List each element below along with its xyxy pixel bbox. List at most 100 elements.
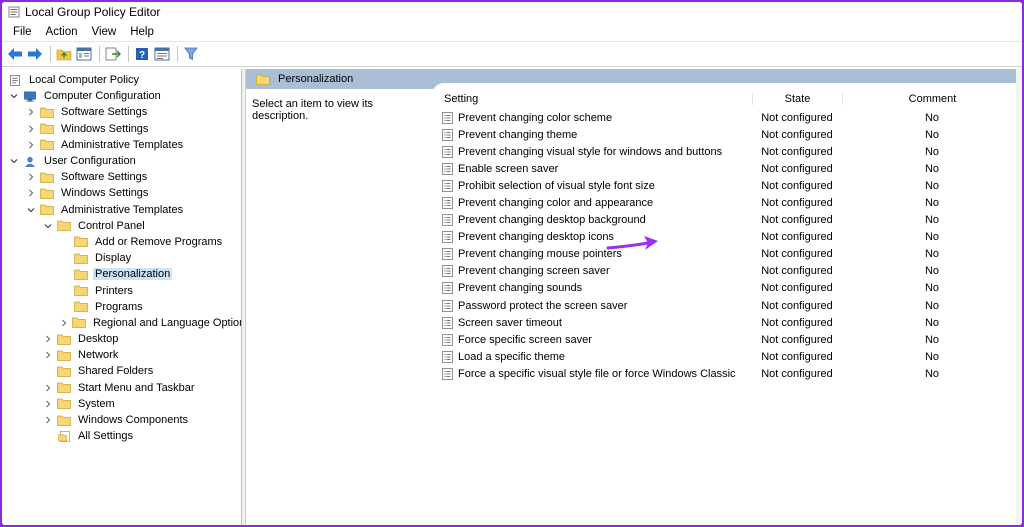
column-header-setting[interactable]: Setting [432, 93, 752, 105]
expand-toggle[interactable] [25, 187, 37, 199]
tree-node[interactable]: Programs [2, 299, 241, 315]
tree-node-label[interactable]: Desktop [76, 333, 120, 345]
table-row[interactable]: Prevent changing theme Not configured No [432, 126, 1022, 143]
expand-toggle[interactable] [42, 349, 54, 361]
tree-node[interactable]: Software Settings [2, 104, 241, 120]
tree-node-label[interactable]: Windows Settings [59, 123, 150, 135]
tree-node-label[interactable]: Add or Remove Programs [93, 236, 224, 248]
expand-toggle[interactable] [59, 317, 69, 329]
tree-node[interactable]: Administrative Templates [2, 137, 241, 153]
setting-cell[interactable]: Prevent changing color and appearance [432, 197, 752, 209]
table-row[interactable]: Prevent changing color scheme Not configu… [432, 109, 1022, 126]
tree-node[interactable]: Start Menu and Taskbar [2, 380, 241, 396]
tree-node-label[interactable]: Administrative Templates [59, 139, 185, 151]
table-row[interactable]: Prevent changing sounds Not configured No [432, 280, 1022, 297]
tree-node[interactable]: Printers [2, 282, 241, 298]
forward-button[interactable] [26, 45, 44, 63]
setting-cell[interactable]: Prevent changing mouse pointers [432, 248, 752, 260]
column-header-state[interactable]: State [752, 93, 842, 105]
menu-help[interactable]: Help [123, 24, 161, 40]
setting-cell[interactable]: Force a specific visual style file or fo… [432, 368, 752, 380]
setting-cell[interactable]: Load a specific theme [432, 351, 752, 363]
expand-toggle[interactable] [42, 220, 54, 232]
setting-cell[interactable]: Password protect the screen saver [432, 300, 752, 312]
tree-node-label[interactable]: Regional and Language Options [91, 317, 241, 329]
tree-node-label[interactable]: System [76, 398, 117, 410]
tree-node[interactable]: Administrative Templates [2, 202, 241, 218]
table-row[interactable]: Prevent changing screen saver Not configu… [432, 263, 1022, 280]
table-row[interactable]: Prevent changing color and appearance Not… [432, 194, 1022, 211]
tree-node-label[interactable]: Start Menu and Taskbar [76, 382, 197, 394]
tree-node-label[interactable]: Control Panel [76, 220, 147, 232]
tree-node[interactable]: Local Computer Policy [2, 72, 241, 88]
tree-node[interactable]: Desktop [2, 331, 241, 347]
expand-toggle[interactable] [25, 123, 37, 135]
table-row[interactable]: Prevent changing desktop background Not c… [432, 212, 1022, 229]
tree-node-label[interactable]: Network [76, 349, 120, 361]
expand-toggle[interactable] [8, 90, 20, 102]
table-row[interactable]: Prevent changing mouse pointers Not confi… [432, 246, 1022, 263]
table-row[interactable]: Force specific screen saver Not configure… [432, 331, 1022, 348]
expand-toggle[interactable] [42, 398, 54, 410]
setting-cell[interactable]: Prevent changing visual style for window… [432, 146, 752, 158]
filter-button[interactable] [182, 45, 200, 63]
tree-node-label[interactable]: Printers [93, 285, 135, 297]
table-row[interactable]: Load a specific theme Not configured No [432, 348, 1022, 365]
setting-cell[interactable]: Force specific screen saver [432, 334, 752, 346]
tree-node[interactable]: Network [2, 347, 241, 363]
tree-node[interactable]: Personalization [2, 266, 241, 282]
export-list-button[interactable] [104, 45, 122, 63]
tree-node[interactable]: Control Panel [2, 218, 241, 234]
table-row[interactable]: Prevent changing visual style for window… [432, 143, 1022, 160]
setting-cell[interactable]: Prevent changing screen saver [432, 265, 752, 277]
tree-node-label[interactable]: Display [93, 252, 133, 264]
back-button[interactable] [6, 45, 24, 63]
show-hide-tree-button[interactable] [75, 45, 93, 63]
tree-node-label[interactable]: Personalization [93, 268, 173, 281]
setting-cell[interactable]: Enable screen saver [432, 163, 752, 175]
expand-toggle[interactable] [42, 333, 54, 345]
setting-cell[interactable]: Prevent changing sounds [432, 282, 752, 294]
setting-cell[interactable]: Prevent changing desktop background [432, 214, 752, 226]
setting-cell[interactable]: Prevent changing color scheme [432, 112, 752, 124]
tree-node[interactable]: Regional and Language Options [2, 315, 241, 331]
expand-toggle[interactable] [42, 414, 54, 426]
tree-node-label[interactable]: All Settings [76, 430, 135, 442]
menu-file[interactable]: File [6, 24, 39, 40]
setting-cell[interactable]: Prevent changing theme [432, 129, 752, 141]
expand-toggle[interactable] [42, 382, 54, 394]
tree-node[interactable]: Shared Folders [2, 363, 241, 379]
tree-node-label[interactable]: User Configuration [42, 155, 138, 167]
properties-view-button[interactable] [153, 45, 171, 63]
tree-node[interactable]: System [2, 396, 241, 412]
table-row[interactable]: Force a specific visual style file or fo… [432, 365, 1022, 382]
tree-node-label[interactable]: Software Settings [59, 106, 149, 118]
tree-node[interactable]: Computer Configuration [2, 88, 241, 104]
menu-view[interactable]: View [85, 24, 124, 40]
tree-node[interactable]: Display [2, 250, 241, 266]
tree-node-label[interactable]: Windows Settings [59, 187, 150, 199]
setting-cell[interactable]: Prohibit selection of visual style font … [432, 180, 752, 192]
expand-toggle[interactable] [25, 139, 37, 151]
table-row[interactable]: Prohibit selection of visual style font … [432, 177, 1022, 194]
tree-node[interactable]: Windows Settings [2, 121, 241, 137]
column-header-comment[interactable]: Comment [842, 93, 1022, 105]
table-row[interactable]: Password protect the screen saver Not con… [432, 297, 1022, 314]
tree-node-label[interactable]: Software Settings [59, 171, 149, 183]
table-row[interactable]: Prevent changing desktop icons Not config… [432, 229, 1022, 246]
expand-toggle[interactable] [8, 155, 20, 167]
help-button[interactable]: ? [133, 45, 151, 63]
setting-cell[interactable]: Prevent changing desktop icons [432, 231, 752, 243]
up-one-level-button[interactable] [55, 45, 73, 63]
tree-node-label[interactable]: Windows Components [76, 414, 190, 426]
tree-node[interactable]: Windows Components [2, 412, 241, 428]
tree-node-label[interactable]: Local Computer Policy [27, 74, 141, 86]
tree-node[interactable]: Software Settings [2, 169, 241, 185]
tree-node[interactable]: Add or Remove Programs [2, 234, 241, 250]
tree-node[interactable]: All Settings [2, 428, 241, 444]
tree-node[interactable]: Windows Settings [2, 185, 241, 201]
tree-node-label[interactable]: Computer Configuration [42, 90, 163, 102]
vertical-scrollbar[interactable] [1016, 69, 1022, 525]
expand-toggle[interactable] [25, 171, 37, 183]
title-bar[interactable]: Local Group Policy Editor [2, 2, 1022, 22]
